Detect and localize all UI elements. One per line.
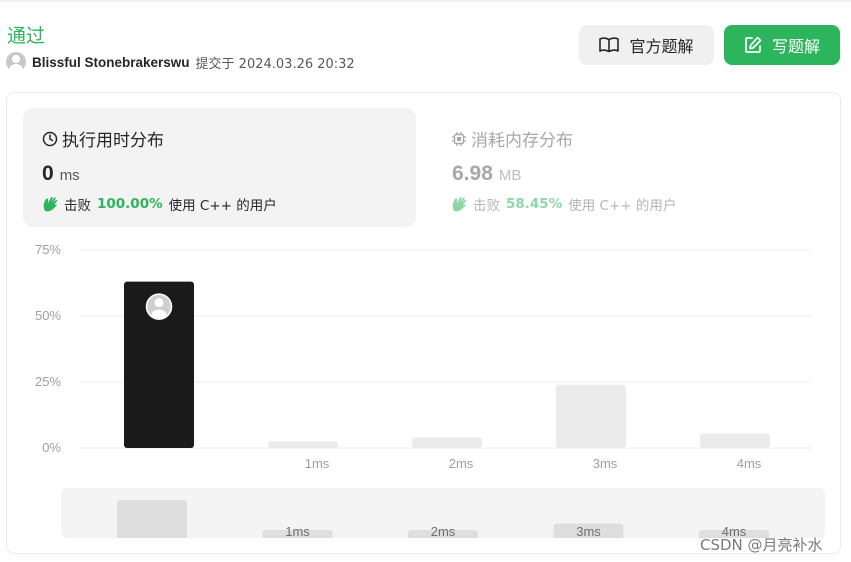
bar[interactable] bbox=[556, 384, 626, 448]
mini-tick-label: 2ms bbox=[431, 524, 456, 538]
memory-value: 6.98 bbox=[452, 162, 493, 185]
runtime-value: 0 bbox=[42, 162, 54, 185]
x-tick-label: 1ms bbox=[305, 456, 330, 471]
runtime-title-label: 执行用时分布 bbox=[62, 131, 164, 151]
memory-title[interactable]: 消耗内存分布 bbox=[451, 126, 573, 151]
memory-beats: 击败 58.45% 使用 C++ 的用户 bbox=[451, 194, 676, 214]
username-link[interactable]: Blissful Stonebrakerswu bbox=[32, 55, 190, 70]
chart-range-navigator[interactable]: 1ms 2ms 3ms 4ms bbox=[61, 488, 825, 538]
runtime-beats-label: 击败 bbox=[64, 198, 91, 214]
watermark: CSDN @月亮补水 bbox=[700, 536, 823, 554]
bar[interactable] bbox=[700, 433, 770, 448]
y-tick-label: 75% bbox=[35, 242, 61, 257]
runtime-title[interactable]: 执行用时分布 bbox=[42, 126, 164, 151]
submitted-time: 提交于 2024.03.26 20:32 bbox=[195, 56, 355, 72]
chip-icon bbox=[452, 131, 466, 146]
write-solution-label: 写题解 bbox=[771, 37, 820, 56]
mini-bar bbox=[117, 500, 187, 538]
memory-beats-suffix: 使用 C++ 的用户 bbox=[568, 198, 677, 214]
submission-status: 通过 bbox=[7, 25, 46, 47]
y-tick-label: 0% bbox=[42, 440, 61, 455]
memory-metric: 6.98 MB bbox=[452, 162, 521, 186]
clap-icon bbox=[43, 197, 58, 212]
official-solution-label: 官方题解 bbox=[629, 37, 694, 56]
bar[interactable] bbox=[412, 437, 482, 448]
y-tick-label: 50% bbox=[35, 308, 61, 323]
mini-tick-label: 1ms bbox=[285, 524, 310, 538]
runtime-metric: 0 ms bbox=[42, 162, 80, 186]
runtime-unit: ms bbox=[59, 167, 80, 184]
official-solution-button[interactable]: 官方题解 bbox=[579, 25, 714, 65]
range-navigator-chart: 1ms 2ms 3ms 4ms bbox=[117, 500, 769, 538]
memory-unit: MB bbox=[498, 167, 522, 184]
bar[interactable] bbox=[268, 441, 338, 448]
runtime-beats-percent: 100.00% bbox=[97, 196, 163, 212]
clap-icon bbox=[452, 197, 467, 212]
y-tick-label: 25% bbox=[35, 374, 61, 389]
runtime-beats-suffix: 使用 C++ 的用户 bbox=[168, 198, 277, 214]
user-avatar[interactable] bbox=[6, 52, 26, 72]
write-solution-button[interactable]: 写题解 bbox=[724, 25, 840, 65]
avatar-head bbox=[154, 298, 164, 308]
x-tick-label: 2ms bbox=[449, 456, 474, 471]
avatar-body bbox=[151, 309, 167, 320]
submission-info: Blissful Stonebrakerswu 提交于 2024.03.26 2… bbox=[6, 52, 355, 72]
memory-title-label: 消耗内存分布 bbox=[471, 131, 573, 151]
x-tick-label: 3ms bbox=[593, 456, 618, 471]
edit-icon bbox=[745, 36, 762, 53]
memory-beats-label: 击败 bbox=[473, 198, 500, 214]
memory-beats-percent: 58.45% bbox=[506, 196, 563, 212]
top-divider bbox=[0, 0, 851, 2]
clock-icon bbox=[42, 131, 58, 146]
book-icon bbox=[599, 37, 620, 53]
runtime-beats: 击败 100.00% 使用 C++ 的用户 bbox=[42, 194, 277, 214]
mini-tick-label: 3ms bbox=[576, 524, 601, 538]
x-tick-label: 4ms bbox=[737, 456, 762, 471]
